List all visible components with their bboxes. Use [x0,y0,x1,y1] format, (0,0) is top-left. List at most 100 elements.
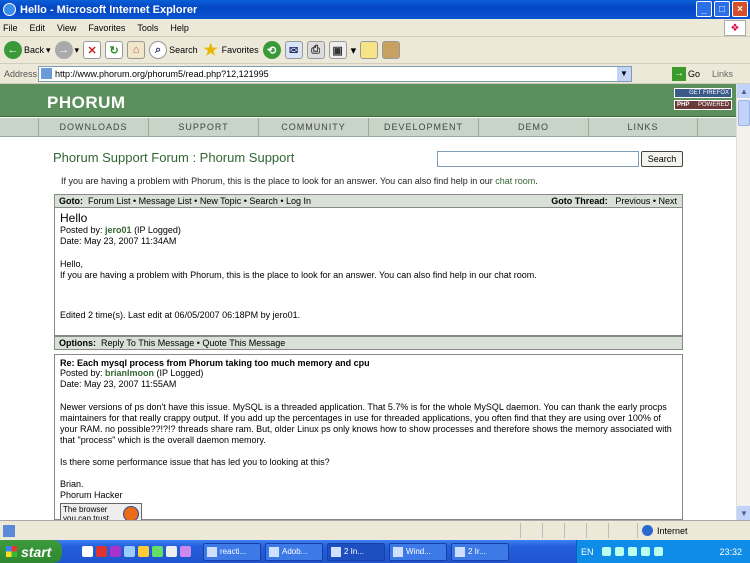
page-viewport: PHORUM GET FIREFOX PHP POWERED DOWNLOADS … [0,84,736,520]
windows-flag-icon [6,546,17,557]
language-indicator[interactable]: EN [581,547,594,557]
message-greeting: Hello, [60,259,84,269]
go-button[interactable]: → Go [672,66,700,81]
start-button[interactable]: start [0,540,62,563]
home-icon[interactable]: ⌂ [127,41,146,59]
menu-favorites[interactable]: Favorites [88,23,125,33]
nav-community[interactable]: COMMUNITY [258,118,368,136]
task-button[interactable]: Wind... [389,542,447,561]
description-text: If you are having a problem with Phorum,… [61,176,496,186]
message-author[interactable]: jero01 [105,225,132,235]
page-icon [41,68,52,79]
scroll-down-icon[interactable]: ▼ [737,506,750,520]
edit-icon[interactable]: ▣ [328,41,347,59]
vertical-scrollbar[interactable]: ▲ ▼ [736,84,750,520]
reply-author[interactable]: brianlmoon [105,368,154,378]
quicklaunch-app-icon[interactable] [124,546,135,557]
quicklaunch-app-icon[interactable] [180,546,191,557]
posted-by-label: Posted by: [60,225,106,235]
goto-links[interactable]: Forum List • Message List • New Topic • … [88,196,311,206]
quicklaunch-app-icon[interactable] [82,546,93,557]
quicklaunch-app-icon[interactable] [96,546,107,557]
links-button[interactable]: Links [712,69,733,79]
task-button[interactable]: 2 In... [327,542,385,561]
menu-help[interactable]: Help [170,23,189,33]
tray-icon[interactable] [627,547,637,556]
nav-links[interactable]: LINKS [588,118,698,136]
start-label: start [21,543,52,560]
address-url: http://www.phorum.org/phorum5/read.php?1… [55,68,269,79]
window-titlebar[interactable]: Hello - Microsoft Internet Explorer _ □ … [0,0,750,19]
task-label: 2 In... [344,547,365,556]
discuss-icon[interactable] [360,41,379,59]
address-dropdown-icon[interactable]: ▼ [617,66,631,81]
message-reply: Re: Each mysql process from Phorum takin… [54,354,683,520]
options-label: Options: [59,338,96,348]
signature-title: Phorum Hacker [60,490,123,500]
minimize-button[interactable]: _ [696,1,712,17]
nav-downloads[interactable]: DOWNLOADS [38,118,148,136]
mail-icon[interactable]: ✉ [284,41,303,59]
nav-demo[interactable]: DEMO [478,118,588,136]
goto-thread-links[interactable]: Previous • Next [615,196,677,206]
search-label: Search [169,45,198,55]
scroll-up-icon[interactable]: ▲ [737,84,750,98]
task-icon [207,546,217,557]
quicklaunch-app-icon[interactable] [138,546,149,557]
tray-icon[interactable] [614,547,624,556]
refresh-icon[interactable]: ↻ [105,41,124,59]
get-firefox-badge[interactable]: GET FIREFOX [674,88,732,98]
window-title: Hello - Microsoft Internet Explorer [20,3,198,16]
favorites-button[interactable]: ★ Favorites [202,41,259,59]
tray-icon[interactable] [653,547,663,556]
menu-file[interactable]: File [3,23,18,33]
menu-view[interactable]: View [57,23,76,33]
message-subject: Hello [60,211,88,225]
scroll-thumb[interactable] [738,100,750,126]
quicklaunch-app-icon[interactable] [152,546,163,557]
php-powered-badge[interactable]: PHP POWERED [674,100,732,110]
quicklaunch-app-icon[interactable] [166,546,177,557]
reply-date: Date: May 23, 2007 11:55AM [60,379,177,389]
message-date: Date: May 23, 2007 11:34AM [60,236,177,246]
task-button[interactable]: 2 Ir... [451,542,509,561]
favorites-label: Favorites [221,45,259,55]
star-icon: ★ [203,42,218,59]
reply-subject[interactable]: Re: Each mysql process from Phorum takin… [60,358,682,368]
task-button[interactable]: Adob... [265,542,323,561]
history-icon[interactable]: ⟲ [262,41,281,59]
forum-search-input[interactable] [437,151,639,167]
quicklaunch-app-icon[interactable] [110,546,121,557]
close-button[interactable]: × [732,1,748,17]
forum-search-button[interactable]: Search [641,151,683,167]
phorum-logo[interactable]: PHORUM [47,93,126,113]
address-input[interactable]: http://www.phorum.org/phorum5/read.php?1… [38,65,632,82]
research-icon[interactable] [382,41,401,59]
system-tray: EN 23:32 [576,540,750,563]
nav-support[interactable]: SUPPORT [148,118,258,136]
php-logo-icon: PHP [677,102,690,108]
menu-tools[interactable]: Tools [137,23,158,33]
zone-label: Internet [657,525,688,536]
forum-title[interactable]: Phorum Support Forum : Phorum Support [53,150,294,165]
options-links[interactable]: Reply To This Message • Quote This Messa… [101,338,285,348]
address-label: Address [4,68,38,79]
menu-edit[interactable]: Edit [30,23,46,33]
forward-button[interactable]: → ▾ [54,41,79,59]
nav-development[interactable]: DEVELOPMENT [368,118,478,136]
firefox-signature-button[interactable]: The browser you can trust [60,503,142,520]
maximize-button[interactable]: □ [714,1,730,17]
reply-meta: Posted by: brianlmoon (IP Logged) Date: … [60,368,682,390]
task-icon [269,546,279,557]
search-button[interactable]: ⌕ Search [149,41,198,59]
task-button[interactable]: reacti... [203,542,261,561]
goto-label: Goto: [59,196,83,206]
chat-room-link[interactable]: chat room [495,176,535,186]
clock[interactable]: 23:32 [719,547,742,557]
tray-icon[interactable] [601,547,611,556]
stop-icon[interactable]: ✕ [83,41,102,59]
tray-icon[interactable] [640,547,650,556]
back-button[interactable]: ← Back ▾ [4,41,51,59]
reply-paragraph-1: Newer versions of ps don't have this iss… [60,402,672,445]
print-icon[interactable]: ⎙ [306,41,325,59]
